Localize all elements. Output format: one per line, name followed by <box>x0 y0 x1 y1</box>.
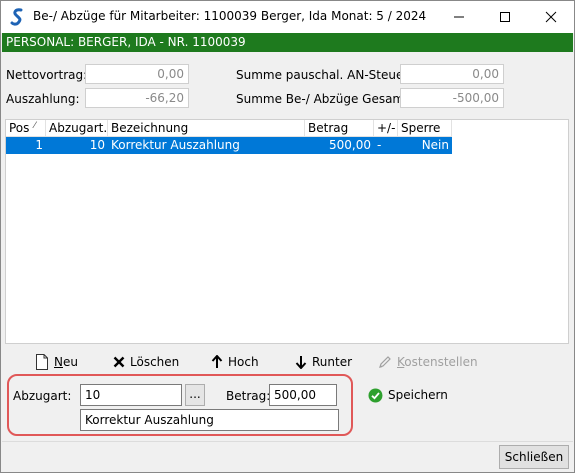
move-up-button[interactable]: Hoch <box>211 353 259 371</box>
footer-divider <box>2 441 573 442</box>
check-circle-icon <box>368 388 383 402</box>
move-down-button[interactable]: Runter <box>295 353 352 371</box>
new-button[interactable]: Neu <box>35 353 78 371</box>
title-bar: Be-/ Abzüge für Mitarbeiter: 1100039 Ber… <box>1 1 574 33</box>
minimize-button[interactable] <box>436 1 482 33</box>
maximize-button[interactable] <box>482 1 528 33</box>
minimize-icon <box>454 16 464 18</box>
cell-betrag: 500,00 <box>329 138 371 152</box>
close-dialog-button[interactable]: Schließen <box>499 445 569 469</box>
cell-bezeichnung: Korrektur Auszahlung <box>111 138 240 152</box>
close-icon <box>545 11 557 23</box>
pencil-icon <box>379 356 391 368</box>
delete-button[interactable]: Löschen <box>113 353 179 371</box>
window-title: Be-/ Abzüge für Mitarbeiter: 1100039 Ber… <box>33 9 427 23</box>
betrag-input[interactable]: 500,00 <box>269 384 337 406</box>
new-document-icon <box>36 354 48 370</box>
table-row[interactable]: 1 10 Korrektur Auszahlung 500,00 - Nein <box>6 137 452 154</box>
auszahlung-label: Auszahlung: <box>6 92 80 106</box>
move-down-label: Runter <box>312 355 353 369</box>
save-button-prefix: S <box>388 388 396 402</box>
column-header-abzugart[interactable]: Abzugart... <box>46 120 108 137</box>
ansteuer-field[interactable]: 0,00 <box>400 64 504 84</box>
ansteuer-label: Summe pauschal. AN-Steuer: <box>236 68 413 82</box>
cell-abzugart: 10 <box>89 138 105 152</box>
close-window-button[interactable] <box>528 1 574 33</box>
app-logo-icon <box>10 8 26 26</box>
table-header: Pos ⁄ Abzugart... Bezeichnung Betrag +/-… <box>6 120 452 137</box>
move-up-label: Hoch <box>228 355 259 369</box>
dialog-window: Be-/ Abzüge für Mitarbeiter: 1100039 Ber… <box>0 0 575 473</box>
cell-pos: 1 <box>35 138 43 152</box>
column-header-betrag[interactable]: Betrag <box>305 120 374 137</box>
betrag-label: Betrag: <box>226 389 271 403</box>
column-header-sperre[interactable]: Sperre <box>398 120 452 137</box>
delete-button-label: Löschen <box>130 355 180 369</box>
abzugart-lookup-button[interactable]: ... <box>185 384 205 406</box>
new-button-mnemonic: N <box>54 355 63 369</box>
new-button-label: eu <box>62 355 78 369</box>
kostenstellen-label: ostenstellen <box>404 355 478 369</box>
auszahlung-field[interactable]: -66,20 <box>85 88 189 108</box>
deductions-table[interactable]: Pos ⁄ Abzugart... Bezeichnung Betrag +/-… <box>5 119 569 344</box>
abzugart-label: Abzugart: <box>13 389 72 403</box>
delete-x-icon <box>113 356 125 368</box>
cell-sign: - <box>377 138 382 152</box>
maximize-icon <box>500 12 510 22</box>
save-button[interactable]: Speichern <box>368 386 448 404</box>
employee-banner: PERSONAL: BERGER, IDA - NR. 1100039 <box>2 33 573 52</box>
arrow-up-icon <box>211 355 223 368</box>
arrow-down-icon <box>295 356 307 369</box>
column-header-sign[interactable]: +/- <box>374 120 398 137</box>
save-button-label: peichern <box>395 388 448 402</box>
nettovortrag-label: Nettovortrag: <box>6 68 88 82</box>
abzugart-input[interactable]: 10 <box>80 384 182 406</box>
column-header-pos[interactable]: Pos <box>6 120 46 137</box>
gesamt-label: Summe Be-/ Abzüge Gesamt: <box>236 92 413 106</box>
cell-sperre: Nein <box>421 138 449 152</box>
sort-icon: ⁄ <box>34 121 36 131</box>
kostenstellen-button[interactable]: Kostenstellen <box>378 353 478 371</box>
column-header-bezeichnung[interactable]: Bezeichnung <box>108 120 305 137</box>
gesamt-field[interactable]: -500,00 <box>400 88 504 108</box>
bezeichnung-input[interactable]: Korrektur Auszahlung <box>80 409 339 431</box>
nettovortrag-field[interactable]: 0,00 <box>85 64 189 84</box>
